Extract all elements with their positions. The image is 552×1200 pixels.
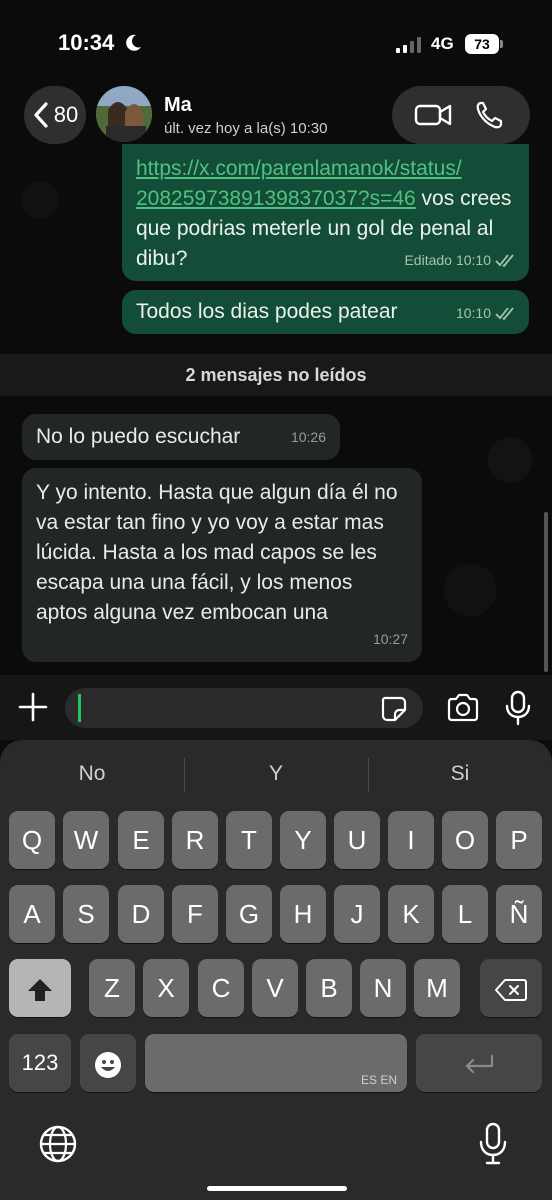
suggestion-3[interactable]: Si [400, 762, 520, 790]
globe-icon[interactable] [38, 1124, 78, 1164]
moon-icon [126, 34, 141, 51]
keyboard-languages: ES EN [360, 1073, 397, 1087]
back-button[interactable]: 80 [24, 86, 86, 144]
status-bar: 10:34 4G 73 [0, 0, 552, 86]
key-x[interactable]: X [143, 959, 189, 1017]
message-text: No lo puedo escuchar [36, 425, 241, 448]
message-meta: 10:10 [456, 298, 517, 328]
key-d[interactable]: D [118, 885, 164, 943]
suggestion-divider [368, 758, 369, 792]
message-incoming[interactable]: Y yo intento. Hasta que algun día él no … [22, 468, 422, 662]
key-i[interactable]: I [388, 811, 434, 869]
key-p[interactable]: P [496, 811, 542, 869]
key-f[interactable]: F [172, 885, 218, 943]
key-n[interactable]: N [360, 959, 406, 1017]
key-h[interactable]: H [280, 885, 326, 943]
message-outgoing[interactable]: https://x.com/parenlamanok/status/208259… [122, 144, 529, 281]
key-c[interactable]: C [198, 959, 244, 1017]
key-u[interactable]: U [334, 811, 380, 869]
delete-key[interactable] [480, 959, 542, 1017]
dictation-mic-icon[interactable] [478, 1122, 508, 1166]
scrollbar[interactable] [544, 512, 548, 672]
camera-icon[interactable] [446, 692, 480, 724]
chevron-left-icon [34, 102, 48, 128]
message-outgoing[interactable]: Todos los dias podes patear 10:10 [122, 290, 529, 334]
message-time: 10:26 [290, 429, 326, 445]
double-check-icon [495, 307, 514, 320]
suggestion-divider [184, 758, 185, 792]
message-incoming[interactable]: No lo puedo escuchar 10:26 [22, 414, 340, 460]
return-key[interactable] [416, 1034, 542, 1092]
suggestion-1[interactable]: No [32, 762, 152, 790]
double-check-icon [495, 254, 514, 267]
link-line-1: https://x.com/parenlamanok/status/ [136, 157, 462, 180]
key-s[interactable]: S [63, 885, 109, 943]
video-icon[interactable] [414, 100, 452, 130]
key-n-tilde[interactable]: Ñ [496, 885, 542, 943]
avatar-photo [96, 86, 152, 142]
call-actions [392, 86, 530, 144]
network-type: 4G [431, 34, 454, 53]
key-r[interactable]: R [172, 811, 218, 869]
key-t[interactable]: T [226, 811, 272, 869]
avatar[interactable] [96, 86, 152, 142]
unread-banner: 2 mensajes no leídos [0, 354, 552, 396]
key-b[interactable]: B [306, 959, 352, 1017]
signal-icon [396, 37, 421, 53]
unread-count: 80 [53, 102, 79, 127]
status-time: 10:34 [58, 30, 115, 55]
return-icon [465, 1055, 494, 1074]
link-line-2: 2082597389139837037?s=46 [136, 187, 416, 210]
message-time: 10:10 [455, 305, 491, 321]
key-o[interactable]: O [442, 811, 488, 869]
key-v[interactable]: V [252, 959, 298, 1017]
emoji-icon [95, 1052, 121, 1079]
battery-level: 73 [465, 34, 499, 54]
key-g[interactable]: G [226, 885, 272, 943]
message-input[interactable] [65, 688, 423, 728]
key-k[interactable]: K [388, 885, 434, 943]
key-a[interactable]: A [9, 885, 55, 943]
phone-icon[interactable] [471, 100, 509, 130]
battery-tip [500, 40, 503, 48]
key-l[interactable]: L [442, 885, 488, 943]
contact-name[interactable]: Ma [164, 94, 192, 117]
edited-label: Editado [404, 252, 452, 268]
message-text: Todos los dias podes patear [136, 300, 398, 323]
text-caret [78, 694, 81, 722]
plus-icon[interactable] [16, 690, 50, 724]
numbers-key[interactable]: 123 [9, 1034, 71, 1092]
key-w[interactable]: W [63, 811, 109, 869]
key-j[interactable]: J [334, 885, 380, 943]
shift-key[interactable] [9, 959, 71, 1017]
shift-icon [28, 979, 52, 1002]
space-key[interactable]: ES EN [145, 1034, 407, 1092]
emoji-key[interactable] [80, 1034, 136, 1092]
suggestion-2[interactable]: Y [216, 762, 336, 790]
key-q[interactable]: Q [9, 811, 55, 869]
last-seen: últ. vez hoy a la(s) 10:30 [164, 120, 328, 137]
key-e[interactable]: E [118, 811, 164, 869]
delete-icon [495, 979, 527, 1002]
message-time: 10:27 [372, 631, 408, 647]
message-time: 10:10 [455, 252, 491, 268]
mic-icon[interactable] [504, 690, 532, 726]
message-meta: Editado 10:10 [404, 245, 517, 275]
sticker-icon[interactable] [380, 695, 408, 723]
key-y[interactable]: Y [280, 811, 326, 869]
message-link[interactable]: https://x.com/parenlamanok/status/208259… [136, 157, 462, 210]
key-m[interactable]: M [414, 959, 460, 1017]
key-z[interactable]: Z [89, 959, 135, 1017]
home-indicator[interactable] [207, 1186, 347, 1191]
message-text: Y yo intento. Hasta que algun día él no … [36, 481, 398, 624]
